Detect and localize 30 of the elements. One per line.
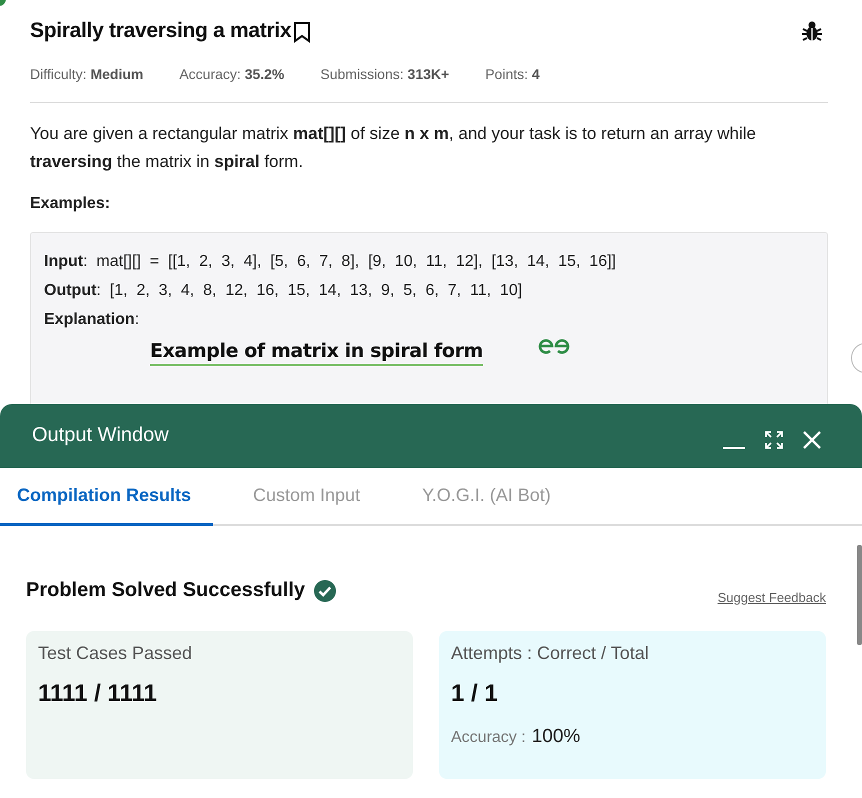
example-text: Input: mat[][] = [[1, 2, 3, 4], [5, 6, 7, 8], [9, 10, 11, 12], [13, 14, 15, 16]] [44, 252, 617, 272]
bug-icon[interactable] [802, 20, 822, 42]
card-label: Attempts : Correct / Total [451, 643, 650, 664]
meta-stat: Accuracy: 35.2% [179, 66, 284, 82]
tab[interactable]: Compilation Results [0, 468, 214, 526]
accuracy-label: Accuracy : [451, 729, 526, 747]
figure-title: Example of matrix in spiral form [150, 340, 483, 366]
status-text: Problem Solved Successfully [26, 579, 305, 602]
problem-description: You are given a rectangular matrix mat[][] of size n x m, and your task is to return an array while traversing the matrix in spiral form. [30, 123, 758, 173]
card-value: 1 / 1 [451, 680, 499, 708]
card-value: 1111 / 1111 [38, 680, 158, 708]
scrollbar-thumb[interactable] [857, 545, 862, 645]
examples-heading: Examples: [30, 195, 112, 213]
tab[interactable]: Custom Input [236, 468, 382, 526]
check-icon [313, 578, 337, 602]
expand-icon[interactable] [764, 430, 784, 450]
example-text: Output: [1, 2, 3, 4, 8, 12, 16, 15, 14, 13, 9, 5, 6, 7, 11, 10] [44, 281, 524, 301]
feedback-link[interactable]: Suggest Feedback [718, 590, 826, 605]
close-icon[interactable] [802, 430, 822, 450]
card-label: Test Cases Passed [38, 643, 194, 664]
logo-icon [536, 338, 571, 354]
example-text: Explanation: [44, 310, 140, 330]
bookmark-icon[interactable] [293, 21, 312, 43]
tab[interactable]: Y.O.G.I. (AI Bot) [405, 468, 573, 526]
meta-stat: Submissions: 313K+ [320, 66, 450, 82]
problem-title: Spirally traversing a matrix [30, 19, 292, 43]
meta-stat: Points: 4 [485, 66, 540, 82]
window-title: Output Window [32, 424, 169, 446]
accuracy-value: 100% [532, 726, 580, 748]
meta-stat: Difficulty: Medium [30, 66, 144, 82]
